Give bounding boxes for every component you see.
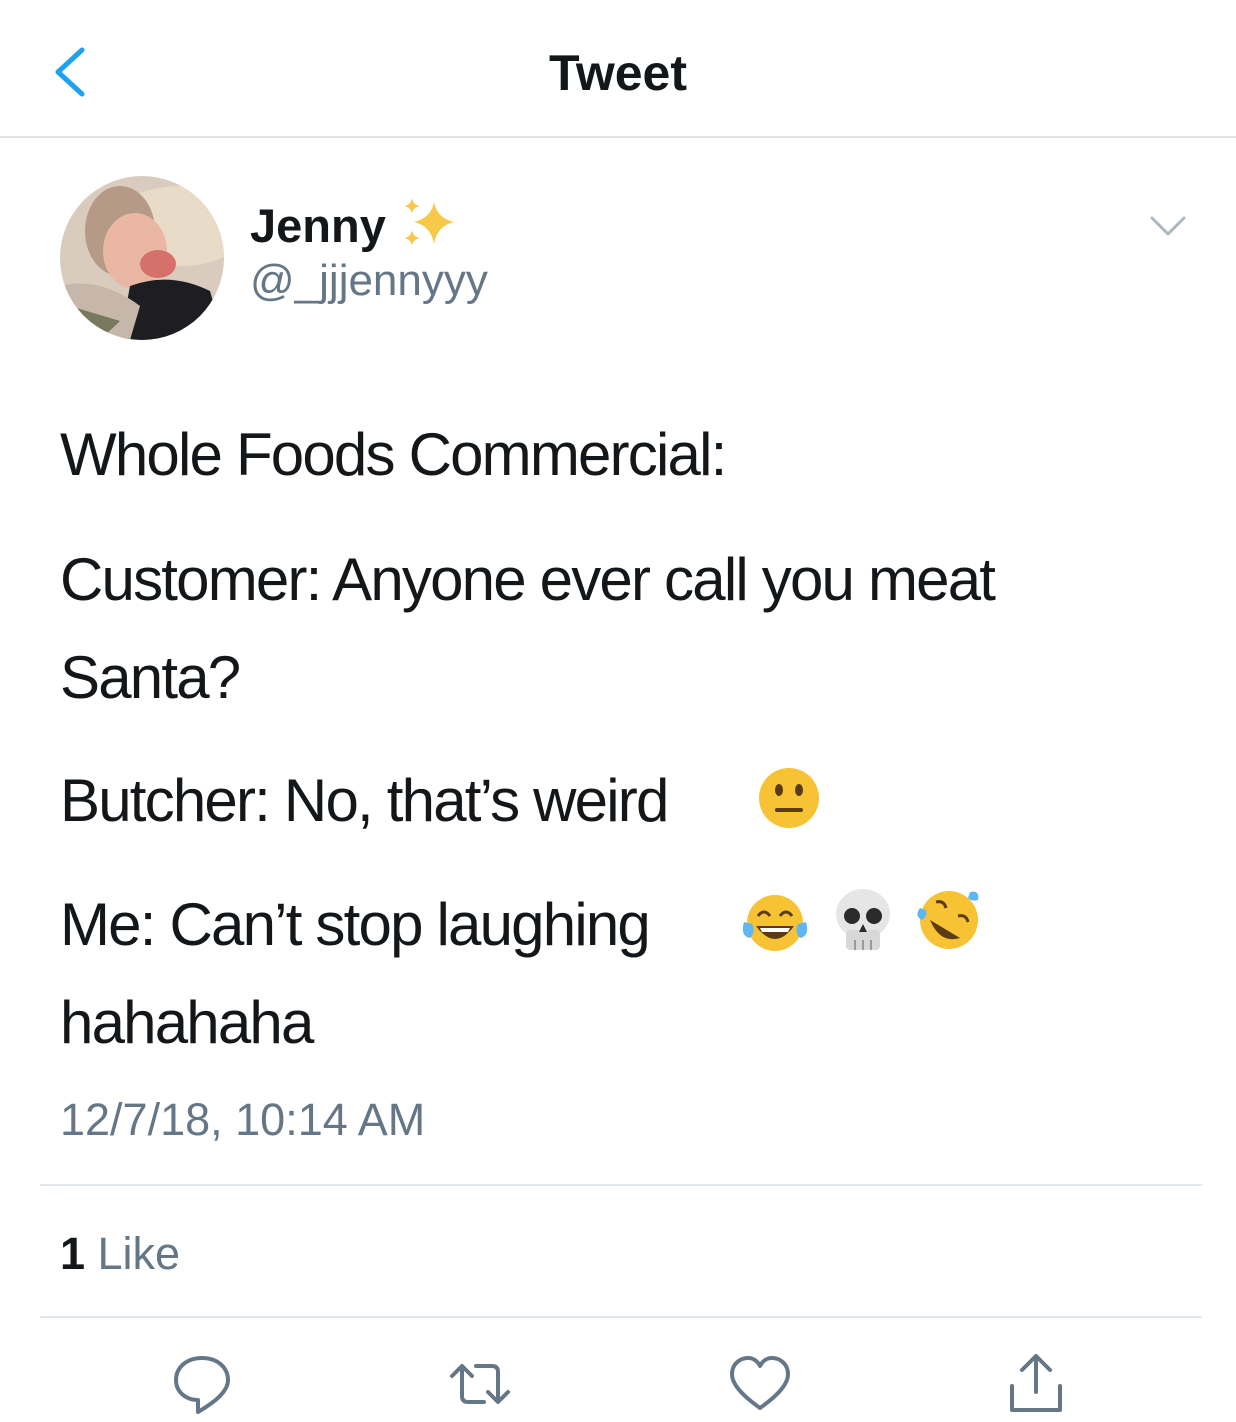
- avatar[interactable]: [60, 176, 224, 340]
- likes-number: 1: [60, 1228, 86, 1279]
- tweet-text-line: Customer: Anyone ever call you meat: [60, 546, 996, 613]
- tweet-text-line: Me: Can’t stop laughing: [60, 891, 651, 958]
- page-title: Tweet: [549, 45, 687, 101]
- neutral-face-icon: [759, 768, 819, 828]
- author-handle[interactable]: @_jjjennyyy: [250, 256, 488, 306]
- author-name[interactable]: Jenny: [250, 198, 386, 253]
- rolling-on-floor-laughing-icon: [917, 891, 979, 949]
- tweet-text-line: Whole Foods Commercial:: [60, 421, 727, 488]
- tweet-text-line: Butcher: No, that’s weird: [60, 767, 669, 834]
- divider: [40, 1316, 1202, 1318]
- top-navigation-bar: Tweet: [0, 0, 1236, 138]
- tweet-timestamp: 12/7/18, 10:14 AM: [60, 1094, 426, 1145]
- likes-count[interactable]: 1 Like: [60, 1228, 180, 1280]
- face-with-tears-of-joy-icon: [742, 895, 808, 951]
- retweet-icon[interactable]: [448, 1352, 512, 1416]
- sparkles-icon: [404, 198, 454, 246]
- tweet-text-line: hahahaha: [60, 989, 314, 1056]
- divider: [40, 1184, 1202, 1186]
- chevron-down-icon[interactable]: [1148, 212, 1188, 240]
- likes-label: Like: [85, 1228, 181, 1279]
- like-icon[interactable]: [728, 1352, 792, 1416]
- share-icon[interactable]: [1004, 1352, 1068, 1416]
- reply-icon[interactable]: [170, 1352, 234, 1416]
- tweet-text-line: Santa?: [60, 644, 241, 711]
- skull-icon: [836, 889, 890, 950]
